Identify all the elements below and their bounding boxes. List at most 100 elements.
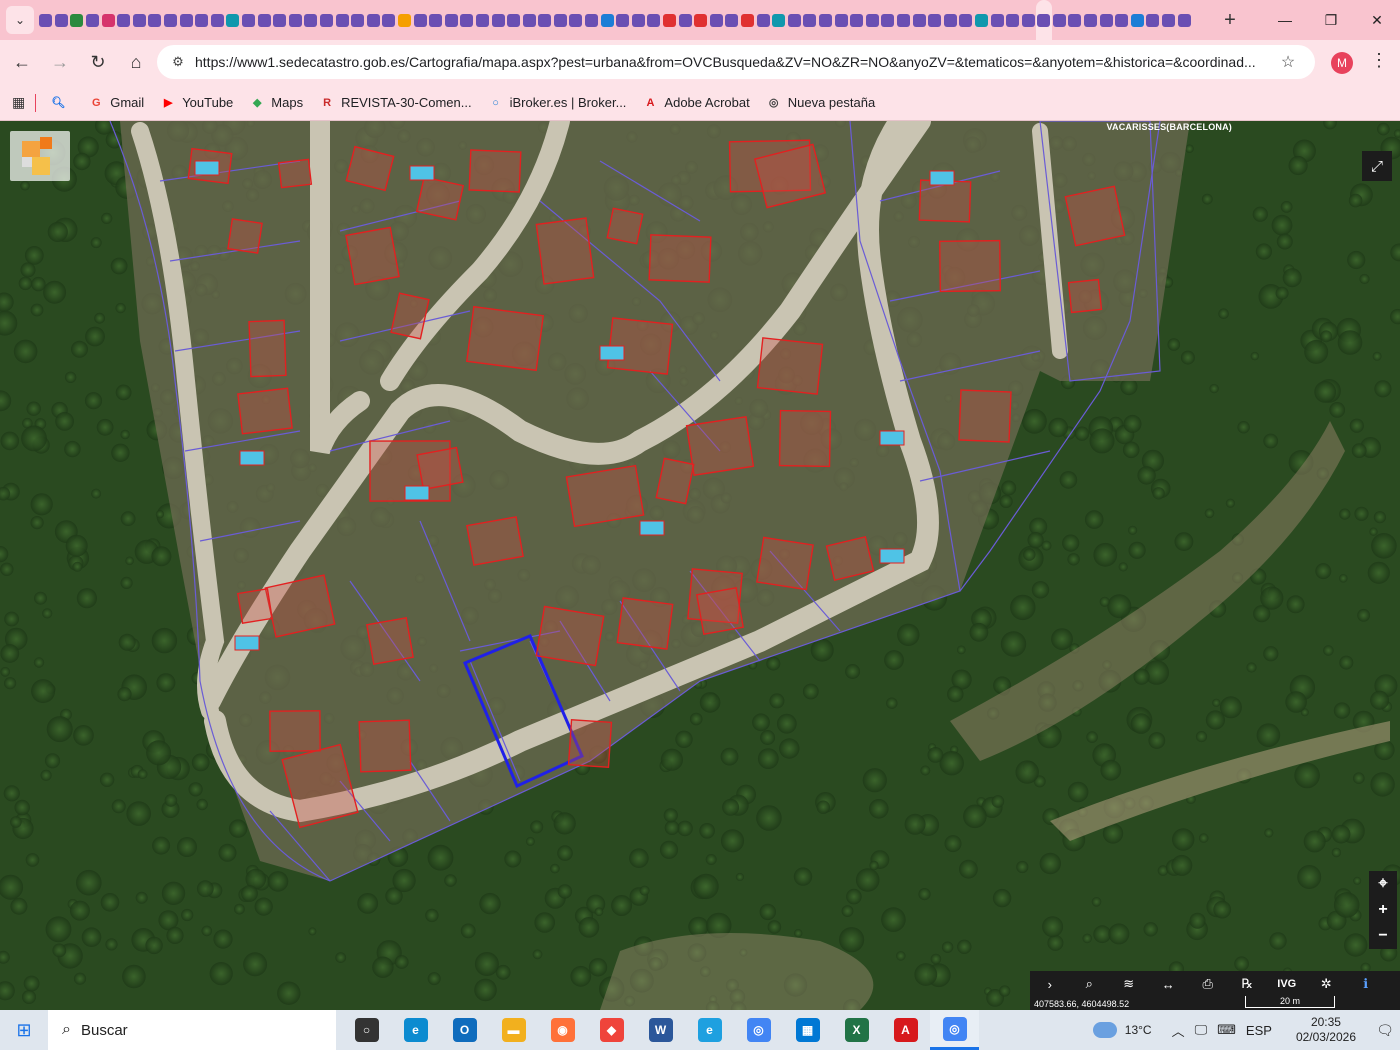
browser-tab[interactable] [818,0,834,40]
forward-button[interactable]: → [42,45,78,81]
browser-tab[interactable] [178,0,194,40]
apps-grid-icon[interactable]: ▦ [12,94,25,111]
taskbar-app-button[interactable]: e [391,1010,440,1050]
browser-tab[interactable] [350,0,366,40]
back-button[interactable]: ← [4,45,40,81]
map-search-button[interactable]: ⌕ [1070,971,1110,997]
profile-avatar[interactable]: M [1331,52,1353,74]
browser-tab[interactable] [272,0,288,40]
zoom-in-button[interactable]: + [1369,897,1397,923]
weather-widget[interactable]: 13°C [1092,1022,1152,1038]
layers-button[interactable]: ≋ [1109,971,1149,997]
browser-tab[interactable] [147,0,163,40]
browser-tab[interactable] [709,0,725,40]
browser-tab[interactable] [849,0,865,40]
measure-button[interactable]: ↔ [1149,971,1189,997]
browser-tab[interactable] [631,0,647,40]
tab-search-button[interactable]: ⌄ [6,6,34,34]
browser-tab[interactable] [85,0,101,40]
browser-tab[interactable] [303,0,319,40]
browser-tab[interactable] [38,0,54,40]
browser-tab[interactable] [615,0,631,40]
browser-tab[interactable] [911,0,927,40]
network-icon[interactable]: 🖵︎ [1195,1022,1208,1038]
fullscreen-button[interactable]: ⤢ [1362,151,1392,181]
browser-tab[interactable] [1005,0,1021,40]
browser-tab[interactable] [100,0,116,40]
browser-tab[interactable] [599,0,615,40]
taskbar-app-button[interactable]: A [881,1010,930,1050]
browser-tab[interactable] [443,0,459,40]
taskbar-search[interactable]: ⌕ Buscar [48,1010,336,1050]
browser-tab[interactable] [288,0,304,40]
browser-tab[interactable] [537,0,553,40]
browser-tab[interactable] [833,0,849,40]
ivg-button[interactable]: IVG [1267,971,1307,997]
browser-tab[interactable] [194,0,210,40]
browser-tab[interactable] [553,0,569,40]
bookmark-item[interactable]: ▶ YouTube [160,95,233,111]
browser-tab[interactable] [334,0,350,40]
taskbar-app-button[interactable]: ○ [342,1010,391,1050]
bookmark-star-icon[interactable]: ☆ [1273,52,1303,72]
taskbar-app-button[interactable]: X [832,1010,881,1050]
maximize-button[interactable]: ❐ [1308,0,1354,40]
taskbar-app-button[interactable]: e [685,1010,734,1050]
browser-tab[interactable] [412,0,428,40]
browser-tab[interactable] [771,0,787,40]
info-button[interactable]: ℹ [1346,971,1386,997]
browser-tab[interactable] [942,0,958,40]
browser-tab[interactable] [927,0,943,40]
taskbar-app-button[interactable]: O [440,1010,489,1050]
bookmark-item[interactable]: ○ iBroker.es | Broker... [488,95,626,111]
taskbar-app-button[interactable]: ◉ [538,1010,587,1050]
url-text[interactable]: https://www1.sedecatastro.gob.es/Cartogr… [195,54,1273,70]
bookmark-item[interactable]: G Gmail [88,95,144,111]
browser-tab[interactable] [521,0,537,40]
aerial-map-canvas[interactable] [0,121,1400,1010]
taskbar-app-button[interactable]: ◎ [930,1010,979,1050]
locate-button[interactable]: ⌖ [1369,871,1397,897]
browser-tab[interactable] [459,0,475,40]
notifications-icon[interactable]: 🗨︎ [1370,1022,1400,1039]
browser-tab[interactable] [69,0,85,40]
browser-tab[interactable] [241,0,257,40]
share-button[interactable]: ✲ [1307,971,1347,997]
browser-tab[interactable] [475,0,491,40]
browser-tab[interactable] [724,0,740,40]
browser-tab[interactable] [1067,0,1083,40]
browser-tab[interactable] [646,0,662,40]
taskbar-app-button[interactable]: W [636,1010,685,1050]
taskbar-app-button[interactable]: ▦ [783,1010,832,1050]
browser-tab[interactable] [1145,0,1161,40]
browser-tab[interactable] [225,0,241,40]
browser-tab[interactable] [693,0,709,40]
chevron-up-icon[interactable]: ︿ [1172,1021,1185,1040]
taskbar-app-button[interactable]: ◎ [734,1010,783,1050]
browser-tab[interactable] [1052,0,1068,40]
browser-tab[interactable] [974,0,990,40]
browser-tab[interactable] [1083,0,1099,40]
browser-tab[interactable] [1036,0,1052,40]
browser-tab[interactable] [740,0,756,40]
browser-tab[interactable] [1130,0,1146,40]
browser-tab[interactable] [989,0,1005,40]
address-bar[interactable]: ⚙ https://www1.sedecatastro.gob.es/Carto… [157,45,1315,79]
browser-tab[interactable] [506,0,522,40]
browser-tab[interactable] [381,0,397,40]
start-button[interactable]: ⊞ [0,1010,48,1050]
browser-tab[interactable] [802,0,818,40]
browser-tab[interactable] [864,0,880,40]
home-button[interactable]: ⌂ [118,45,154,81]
zoom-out-button[interactable]: − [1369,923,1397,949]
cadastral-ref-button[interactable]: ℞ [1228,971,1268,997]
minimize-button[interactable]: — [1262,0,1308,40]
browser-tab[interactable] [1176,0,1192,40]
bookmark-item[interactable]: ◎ Nueva pestaña [766,95,875,111]
browser-tab[interactable] [896,0,912,40]
browser-tab[interactable] [365,0,381,40]
browser-tab[interactable] [256,0,272,40]
browser-tab[interactable] [787,0,803,40]
browser-tab[interactable] [132,0,148,40]
print-button[interactable]: ⎙ [1188,971,1228,997]
